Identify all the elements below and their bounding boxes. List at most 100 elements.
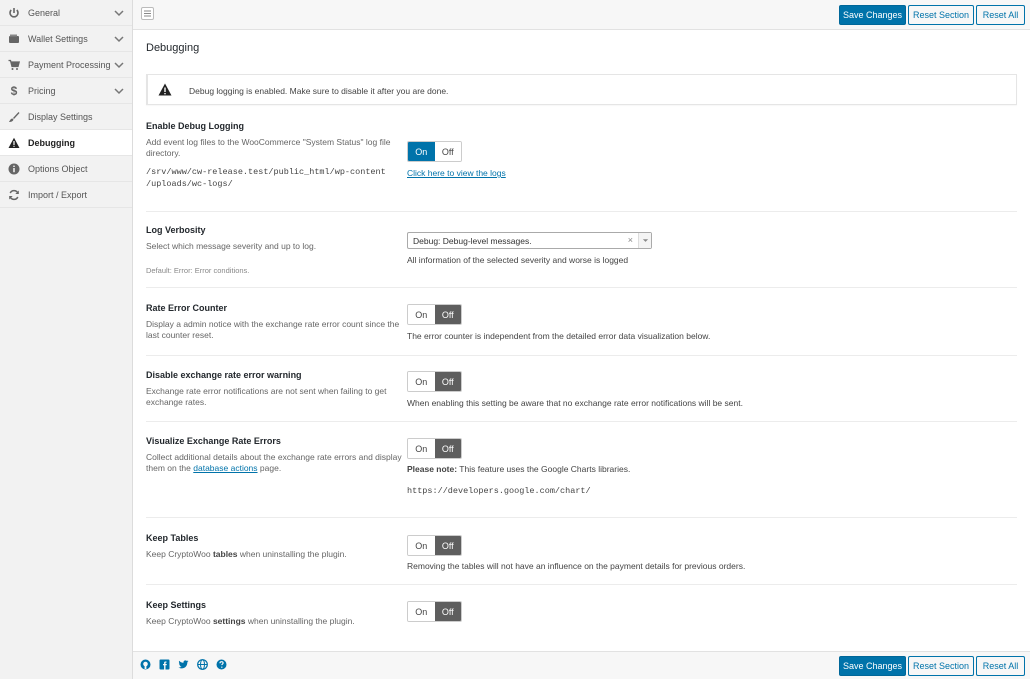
toggle-off-option[interactable]: Off	[434, 305, 461, 324]
list-icon	[144, 10, 151, 17]
log-path-line: /uploads/wc-logs/	[146, 179, 233, 189]
dollar-icon: $	[10, 83, 18, 98]
toggle-off-option[interactable]: Off	[434, 142, 461, 161]
sidebar-item-wallet-settings[interactable]: Wallet Settings	[0, 26, 132, 52]
setting-row-keep-tables: Keep Tables Keep CryptoWoo tables when u…	[146, 518, 1017, 585]
log-verbosity-select[interactable]: Debug: Debug-level messages. ×	[407, 232, 652, 249]
warning-icon	[158, 83, 172, 96]
social-links	[139, 658, 234, 671]
toggle-on-option[interactable]: On	[408, 536, 435, 555]
setting-row-keep-settings: Keep Settings Keep CryptoWoo settings wh…	[146, 585, 1017, 645]
bottom-toolbar: Save Changes Reset Section Reset All	[133, 651, 1030, 679]
toggle-off-option[interactable]: Off	[434, 372, 461, 391]
keep-tables-toggle[interactable]: On Off	[407, 535, 462, 556]
setting-help: Removing the tables will not have an inf…	[407, 561, 746, 571]
setting-row-debug-logging: Enable Debug Logging Add event log files…	[146, 112, 1017, 212]
sidebar-item-options-object[interactable]: Options Object	[0, 156, 132, 182]
setting-title: Keep Settings	[146, 600, 207, 610]
warning-icon	[7, 136, 21, 150]
setting-row-visualize-errors: Visualize Exchange Rate Errors Collect a…	[146, 422, 1017, 518]
sidebar-item-label: Pricing	[28, 85, 56, 96]
chevron-down-icon	[114, 36, 124, 43]
note-text: This feature uses the Google Charts libr…	[457, 464, 631, 474]
toggle-off-option[interactable]: Off	[434, 602, 461, 621]
view-logs-link[interactable]: Click here to view the logs	[407, 168, 506, 178]
setting-row-rate-error-counter: Rate Error Counter Display a admin notic…	[146, 288, 1017, 356]
setting-description: Collect additional details about the exc…	[146, 452, 402, 474]
wallet-icon	[7, 32, 21, 46]
desc-text: when uninstalling the plugin.	[237, 549, 347, 559]
power-icon	[7, 6, 21, 20]
help-icon[interactable]	[215, 658, 228, 671]
debug-logging-toggle[interactable]: On Off	[407, 141, 462, 162]
setting-description: Keep CryptoWoo settings when uninstallin…	[146, 616, 402, 627]
github-icon[interactable]	[139, 658, 152, 671]
desc-bold: tables	[212, 549, 238, 559]
twitter-icon[interactable]	[177, 658, 190, 671]
setting-description: Add event log files to the WooCommerce "…	[146, 137, 391, 158]
debug-notice: Debug logging is enabled. Make sure to d…	[146, 74, 1017, 105]
setting-help: When enabling this setting be aware that…	[407, 398, 743, 408]
select-value: Debug: Debug-level messages.	[413, 236, 532, 246]
rate-error-counter-toggle[interactable]: On Off	[407, 304, 462, 325]
brush-icon	[7, 110, 21, 124]
save-changes-button[interactable]: Save Changes	[839, 5, 906, 25]
chevron-down-icon[interactable]	[638, 233, 651, 248]
main-content: Debugging Debug logging is enabled. Make…	[133, 30, 1030, 651]
toggle-on-option[interactable]: On	[408, 305, 435, 324]
toggle-on-option[interactable]: On	[408, 439, 435, 458]
visualize-errors-toggle[interactable]: On Off	[407, 438, 462, 459]
database-actions-link[interactable]: database actions	[193, 463, 257, 473]
disable-rate-warning-toggle[interactable]: On Off	[407, 371, 462, 392]
desc-text: page.	[257, 463, 282, 473]
clear-icon[interactable]: ×	[628, 235, 633, 245]
sidebar-item-pricing[interactable]: $ Pricing	[0, 78, 132, 104]
sidebar-item-debugging[interactable]: Debugging	[0, 130, 132, 156]
globe-icon[interactable]	[196, 658, 209, 671]
desc-text: Keep CryptoWoo	[146, 549, 213, 559]
toggle-off-option[interactable]: Off	[434, 536, 461, 555]
setting-help: The error counter is independent from th…	[407, 331, 711, 341]
notice-text: Debug logging is enabled. Make sure to d…	[189, 86, 449, 96]
sidebar-item-import-export[interactable]: Import / Export	[0, 182, 132, 208]
sidebar-item-display-settings[interactable]: Display Settings	[0, 104, 132, 130]
expand-options-button[interactable]	[141, 7, 154, 20]
sidebar-item-general[interactable]: General	[0, 0, 132, 26]
reset-section-button[interactable]: Reset Section	[908, 5, 974, 25]
chevron-down-icon	[114, 10, 124, 17]
charts-url: https://developers.google.com/chart/	[407, 486, 591, 496]
toggle-off-option[interactable]: Off	[434, 439, 461, 458]
sidebar-item-payment-processing[interactable]: Payment Processing	[0, 52, 132, 78]
toggle-on-option[interactable]: On	[408, 602, 435, 621]
sidebar-item-label: Wallet Settings	[28, 33, 88, 44]
sidebar-item-label: Payment Processing	[28, 59, 111, 70]
sidebar-item-label: Debugging	[28, 137, 75, 148]
sidebar-item-label: General	[28, 7, 61, 18]
setting-title: Disable exchange rate error warning	[146, 370, 302, 380]
reset-all-button[interactable]: Reset All	[976, 5, 1025, 25]
refresh-icon	[7, 188, 21, 202]
save-changes-button[interactable]: Save Changes	[839, 656, 906, 676]
chevron-down-icon	[114, 62, 124, 69]
setting-title: Visualize Exchange Rate Errors	[146, 436, 281, 446]
sidebar: General Wallet Settings Payment Processi…	[0, 0, 133, 679]
toggle-on-option[interactable]: On	[408, 142, 435, 161]
reset-section-button[interactable]: Reset Section	[908, 656, 974, 676]
reset-all-button[interactable]: Reset All	[976, 656, 1025, 676]
setting-help: All information of the selected severity…	[407, 255, 629, 265]
sidebar-item-label: Import / Export	[28, 189, 88, 200]
setting-title: Keep Tables	[146, 533, 199, 543]
setting-description: Keep CryptoWoo tables when uninstalling …	[146, 549, 402, 560]
setting-default: Default: Error: Error conditions.	[146, 266, 250, 275]
top-toolbar: Save Changes Reset Section Reset All	[133, 0, 1030, 30]
toggle-on-option[interactable]: On	[408, 372, 435, 391]
desc-text: Keep CryptoWoo	[146, 616, 213, 626]
facebook-icon[interactable]	[158, 658, 171, 671]
setting-description: Select which message severity and up to …	[146, 241, 317, 251]
keep-settings-toggle[interactable]: On Off	[407, 601, 462, 622]
setting-title: Rate Error Counter	[146, 303, 228, 313]
cart-icon	[7, 58, 21, 72]
info-icon	[7, 162, 21, 176]
log-path-line: /srv/www/cw-release.test/public_html/wp-…	[146, 167, 386, 177]
setting-description: Display a admin notice with the exchange…	[146, 319, 400, 340]
